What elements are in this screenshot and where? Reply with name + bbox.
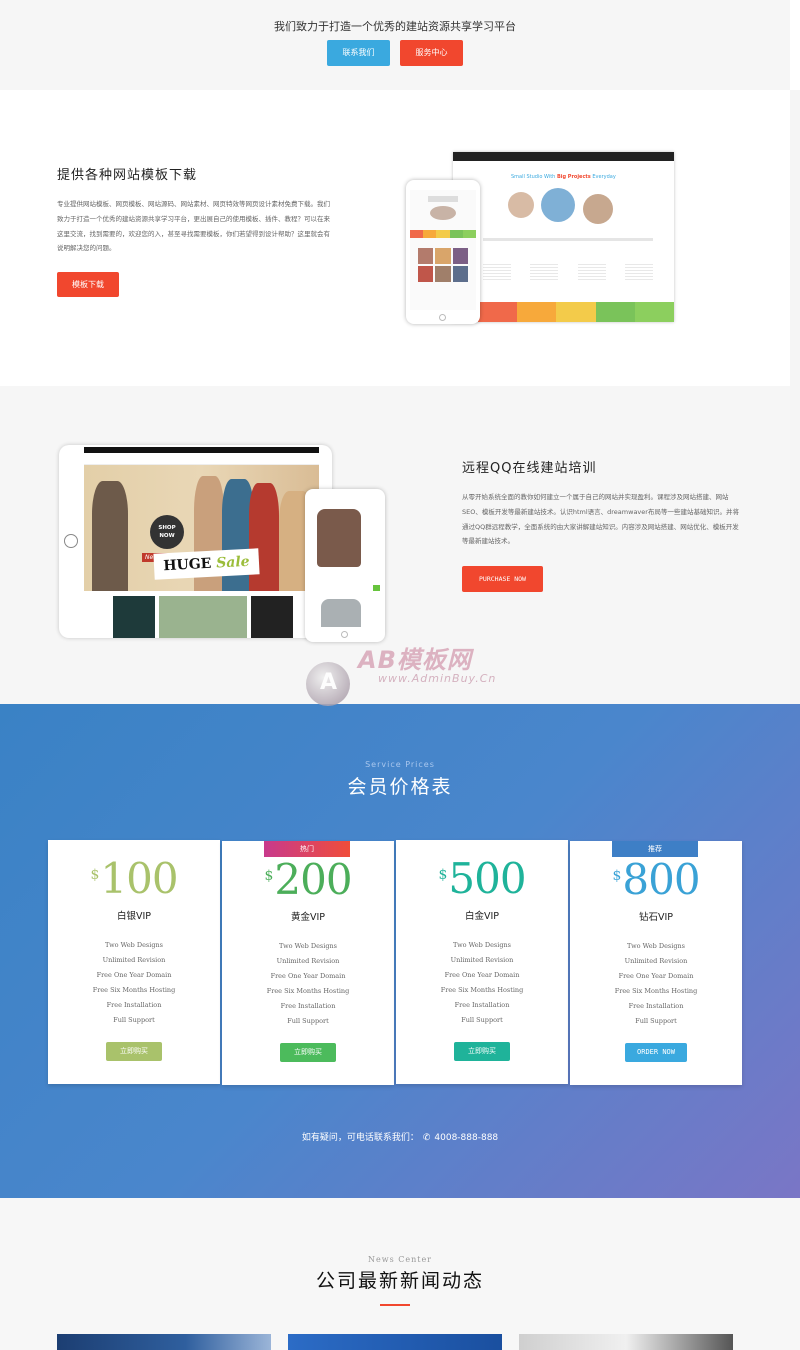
stat-block [517,302,557,322]
color-strip-block [423,230,437,238]
buy-now-button[interactable]: 立即购买 [454,1042,510,1061]
shop-template-mockup: SHOP NOW New Years HUGE Sale [59,445,389,643]
plan-feature: Two Web Designs [104,941,164,949]
stat-block [634,302,675,322]
pricing-card: $500 白金VIP Two Web Designs Unlimited Revisi… [396,840,568,1084]
pricing-section: Service Prices 会员价格表 $100 白银VIP Two Web De… [0,704,800,1198]
plan-feature: Two Web Designs [626,942,686,950]
pricing-card: $100 白银VIP Two Web Designs Unlimited Revisi… [48,840,220,1084]
plan-feature: Free Six Months Hosting [266,987,350,995]
pricing-card: 热门 $200 黄金VIP Two Web Designs Unlimited Revi… [222,841,394,1085]
news-subtitle: News Center [367,1255,432,1264]
plan-feature: Full Support [461,1016,503,1024]
plan-feature: Free One Year Domain [96,971,172,979]
pricing-subtitle: Service Prices [365,760,435,769]
news-title-underline [380,1304,410,1306]
plan-feature: Free Six Months Hosting [614,987,698,995]
stat-block [595,302,635,322]
plan-name: 钻石VIP [638,912,674,923]
buy-now-button[interactable]: 立即购买 [280,1043,336,1062]
plan-price: $100 [90,854,178,903]
news-thumbnail[interactable] [519,1334,733,1350]
tablet-home-button [64,534,78,548]
plan-feature: Full Support [113,1016,155,1024]
page-right-gutter [790,90,800,704]
service-center-button[interactable]: 服务中心 [400,40,463,66]
pricing-title: 会员价格表 [347,776,453,798]
color-strip-block [462,230,477,238]
slogan: 我们致力于打造一个优秀的建站资源共享学习平台 [274,20,516,33]
plan-feature: Unlimited Revision [102,956,166,964]
template-download-button[interactable]: 模板下载 [57,272,119,297]
stat-block [556,302,596,322]
news-thumbnail[interactable] [57,1334,271,1350]
desktop-screen-image: Small Studio With Big Projects Everyday [453,152,675,322]
mockup-headline: Small Studio With Big Projects Everyday [511,174,616,180]
watermark-logo-icon: A [306,662,350,706]
plan-price: $200 [264,855,352,904]
phone-image [305,489,385,642]
plan-feature: Two Web Designs [452,941,512,949]
plan-features: Two Web Designs Unlimited Revision Free On… [222,939,394,1029]
contact-line: 如有疑问，可电话联系我们： ✆ 4008-888-888 [301,1133,499,1143]
plan-feature: Unlimited Revision [450,956,514,964]
stat-block [478,302,518,322]
color-strip-block [449,230,463,238]
responsive-template-mockup: Small Studio With Big Projects Everyday [406,152,675,324]
tablet-image: SHOP NOW New Years HUGE Sale [59,445,332,638]
plan-feature: Free Six Months Hosting [92,986,176,994]
shop-now-badge: SHOP NOW [150,515,184,549]
plan-feature: Free One Year Domain [618,972,694,980]
training-title: 远程QQ在线建站培训 [462,461,597,476]
pricing-card: 推荐 $800 钻石VIP Two Web Designs Unlimited Revi… [570,841,742,1085]
plan-feature: Free Six Months Hosting [440,986,524,994]
buy-now-button[interactable]: 立即购买 [106,1042,162,1061]
huge-sale-label: HUGE Sale [153,548,260,580]
watermark-brand: AB模板网 [358,646,472,674]
sale-banner-image: SHOP NOW New Years HUGE Sale [84,465,319,591]
plan-feature: Free Installation [628,1002,684,1010]
plan-name: 黄金VIP [290,912,326,923]
site-watermark-logo: A AB模板网 www.AdminBuy.Cn [306,640,506,710]
plan-name: 白银VIP [116,911,152,922]
news-title: 公司最新新闻动态 [315,1270,484,1292]
plan-feature: Free Installation [454,1001,510,1009]
plan-features: Two Web Designs Unlimited Revision Free On… [570,939,742,1029]
plan-feature: Unlimited Revision [624,957,688,965]
templates-title: 提供各种网站模板下载 [57,168,198,183]
plan-feature: Full Support [635,1017,677,1025]
contact-us-button[interactable]: 联系我们 [327,40,390,66]
plan-feature: Free One Year Domain [270,972,346,980]
plan-feature: Full Support [287,1017,329,1025]
mobile-screen-image [406,180,480,324]
pricing-cards: $100 白银VIP Two Web Designs Unlimited Revisi… [48,840,742,1090]
plan-features: Two Web Designs Unlimited Revision Free On… [48,938,220,1028]
color-strip-block [410,230,424,238]
contact-phone[interactable]: 4008-888-888 [434,1133,498,1143]
templates-section: 提供各种网站模板下载 专业提供网站模板、网页模板、网站源码、网站素材、网页特效等… [0,90,790,386]
training-description: 从零开始系统全面的教你如何建立一个属于自己的网站并实现盈利。课程涉及网站搭建、网… [462,493,739,546]
news-section: News Center 公司最新新闻动态 [0,1198,800,1350]
plan-name: 白金VIP [464,911,500,922]
purchase-now-button[interactable]: PURCHASE NOW [462,566,543,592]
watermark-url: www.AdminBuy.Cn [378,672,497,685]
plan-features: Two Web Designs Unlimited Revision Free On… [396,938,568,1028]
templates-description: 专业提供网站模板、网页模板、网站源码、网站素材、网页特效等网页设计素材免费下载。… [57,200,330,253]
plan-feature: Unlimited Revision [276,957,340,965]
color-strip-block [436,230,450,238]
news-thumbnail[interactable] [288,1334,502,1350]
phone-icon: ✆ [422,1133,431,1143]
plan-feature: Free One Year Domain [444,971,520,979]
plan-price: $800 [612,855,700,904]
top-band: 我们致力于打造一个优秀的建站资源共享学习平台 联系我们 服务中心 [0,0,790,90]
plan-feature: Free Installation [280,1002,336,1010]
plan-feature: Two Web Designs [278,942,338,950]
buy-now-button[interactable]: ORDER NOW [625,1043,687,1062]
plan-feature: Free Installation [106,1001,162,1009]
plan-price: $500 [438,854,526,903]
